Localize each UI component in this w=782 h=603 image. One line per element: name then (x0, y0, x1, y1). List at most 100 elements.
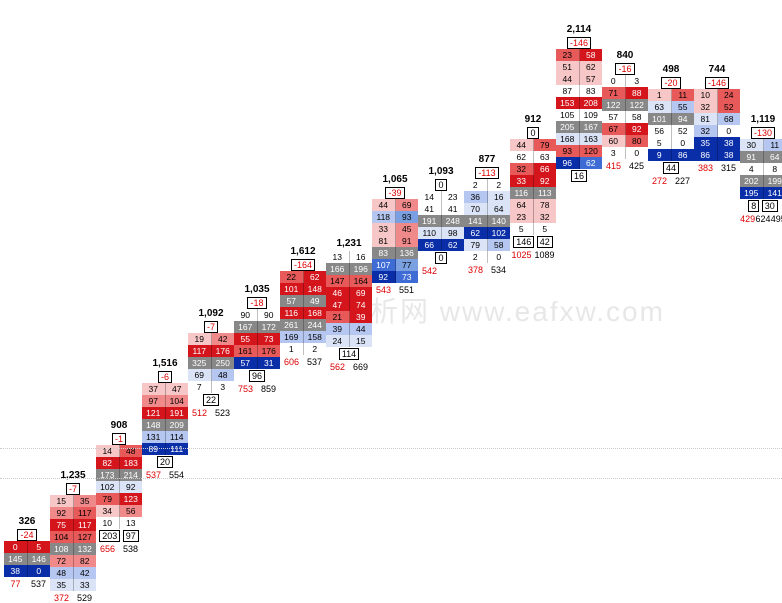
delta-box: -164 (291, 259, 315, 271)
price-row: 169158 (280, 331, 326, 343)
column-foot: 606537 (280, 357, 326, 367)
column-foot: 543551 (372, 285, 418, 295)
column-foot: 372529 (50, 593, 96, 603)
column-total: 1,093 (418, 166, 464, 177)
footprint-column: 1,235-7153592117751171041271081327282484… (50, 470, 96, 575)
column-total: 326 (4, 516, 50, 527)
delta-box: -113 (475, 167, 498, 179)
price-row: 3944 (326, 323, 372, 335)
price-row: 3252 (694, 101, 740, 113)
column-total: 1,035 (234, 284, 280, 295)
footprint-column: 744-14610243252816832035388638383315 (694, 64, 740, 575)
price-row: 1423 (418, 191, 464, 203)
price-row: 5652 (648, 125, 694, 137)
foot-box: 203 (99, 530, 120, 542)
price-row: 191248 (418, 215, 464, 227)
column-total: 1,612 (280, 246, 326, 257)
column-total: 1,119 (740, 114, 782, 125)
column-total: 877 (464, 154, 510, 165)
price-row: 8191 (372, 235, 418, 247)
price-row: 62102 (464, 227, 510, 239)
price-row: 205167 (556, 121, 602, 133)
price-row: 10292 (96, 481, 142, 493)
price-row: 50 (648, 137, 694, 149)
delta-box: -7 (66, 483, 80, 495)
price-row: 380 (4, 565, 50, 577)
foot-box: 20 (157, 456, 173, 468)
delta-box: -1 (112, 433, 126, 445)
price-row: 1013 (96, 517, 142, 529)
delta-box: -18 (247, 297, 266, 309)
delta-box: -20 (661, 77, 680, 89)
price-row: 3747 (142, 383, 188, 395)
column-foot: 415425 (602, 161, 648, 171)
price-row: 6662 (418, 239, 464, 251)
column-total: 1,065 (372, 174, 418, 185)
column-foot: 656538 (96, 544, 142, 554)
price-row: 111 (648, 89, 694, 101)
price-row: 261244 (280, 319, 326, 331)
price-row: 1448 (96, 445, 142, 457)
price-row: 1024 (694, 89, 740, 101)
footprint-column: 326-240514514638077537 (4, 516, 50, 575)
price-row: 2262 (280, 271, 326, 283)
price-row: 1535 (50, 495, 96, 507)
price-row: 89111 (142, 443, 188, 455)
foot-box: 30 (762, 200, 778, 212)
delta-box: -24 (17, 529, 36, 541)
price-row: 4842 (50, 567, 96, 579)
price-row: 3533 (50, 579, 96, 591)
price-row: 97104 (142, 395, 188, 407)
price-row: 116113 (510, 187, 556, 199)
price-row: 2358 (556, 49, 602, 61)
foot-box: 44 (663, 162, 679, 174)
column-total: 1,235 (50, 470, 96, 481)
footprint-column: 1,065-3944691189333458191831361077792735… (372, 174, 418, 575)
price-row: 2332 (510, 211, 556, 223)
footprint-column: 1,516-6374797104121191148209131114891112… (142, 358, 188, 575)
footprint-column: 1,119-13030119164482021991951418 3042962… (740, 114, 782, 575)
price-row: 3345 (372, 223, 418, 235)
foot-box: 42 (537, 236, 553, 248)
column-total: 2,114 (556, 24, 602, 35)
price-row: 9164 (740, 151, 782, 163)
column-foot: 383315 (694, 163, 740, 173)
footprint-column: 1,035-1890901671725573161176573196753859 (234, 284, 280, 575)
column-total: 1,231 (326, 238, 372, 249)
price-row: 8168 (694, 113, 740, 125)
price-row: 117176 (188, 345, 234, 357)
price-row: 5749 (280, 295, 326, 307)
footprint-column: 498-2011163551019456525098644272227 (648, 64, 694, 575)
price-row: 10777 (372, 259, 418, 271)
price-row: 153208 (556, 97, 602, 109)
delta-box: -7 (204, 321, 218, 333)
column-foot: 562669 (326, 362, 372, 372)
price-row: 6948 (188, 369, 234, 381)
price-row: 6080 (602, 135, 648, 147)
price-row: 48 (740, 163, 782, 175)
footprint-column: 1,0930142341411912481109866620542 (418, 166, 464, 575)
price-row: 7282 (50, 555, 96, 567)
price-row: 986 (648, 149, 694, 161)
price-row: 4774 (326, 299, 372, 311)
price-row: 145146 (4, 553, 50, 565)
column-foot: 753859 (234, 384, 280, 394)
footprint-column: 912044796263326633921161136478233255146 … (510, 114, 556, 575)
price-row: 11893 (372, 211, 418, 223)
column-foot: 10251089 (510, 250, 556, 260)
price-row: 6792 (602, 123, 648, 135)
price-row: 2139 (326, 311, 372, 323)
price-row: 5758 (602, 111, 648, 123)
price-row: 55 (510, 223, 556, 235)
price-row: 30 (602, 147, 648, 159)
foot-box: 8 (748, 200, 759, 212)
price-row: 2415 (326, 335, 372, 347)
delta-box: -130 (751, 127, 775, 139)
price-row: 166196 (326, 263, 372, 275)
price-row: 11098 (418, 227, 464, 239)
price-row: 12 (280, 343, 326, 355)
price-row: 3538 (694, 137, 740, 149)
price-row: 320 (694, 125, 740, 137)
foot-box: 114 (339, 348, 359, 360)
price-row: 3266 (510, 163, 556, 175)
